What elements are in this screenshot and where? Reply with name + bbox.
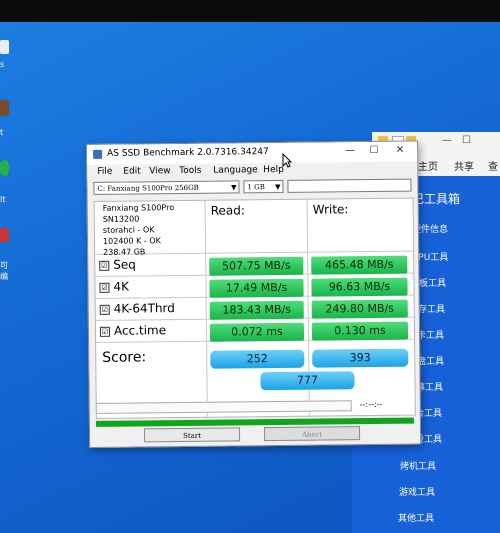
toolbox-item[interactable]: 烤机工具 <box>400 459 436 472</box>
4k64-read-value: 183.43 MB/s <box>209 300 304 320</box>
toolbox-item[interactable]: 游戏工具 <box>399 485 435 498</box>
size-select-value: 1 GB <box>247 183 265 192</box>
row-4k[interactable]: ☑ 4K <box>99 280 129 294</box>
desktop-icon-3[interactable] <box>0 160 9 176</box>
close-button[interactable]: ✕ <box>389 144 411 158</box>
desktop-icon-label-4: 可编 <box>0 261 8 281</box>
drive-model: Fanxiang S100Pro <box>102 203 175 213</box>
monitor-bezel <box>0 0 500 22</box>
desktop-icon-2[interactable] <box>0 100 9 116</box>
drive-alignment: 102400 K - OK <box>102 236 161 246</box>
divider <box>204 200 208 417</box>
mouse-cursor-icon <box>282 153 292 168</box>
4k-write-value: 96.63 MB/s <box>311 277 408 297</box>
menu-file[interactable]: File <box>97 167 112 177</box>
minimize-button[interactable]: — <box>339 144 361 158</box>
row-label: 4K-64Thrd <box>113 301 175 316</box>
window-title: AS SSD Benchmark 2.0.7316.34247 <box>107 147 269 159</box>
as-ssd-window: AS SSD Benchmark 2.0.7316.34247 — ☐ ✕ Fi… <box>86 140 422 448</box>
4k-read-value: 17.49 MB/s <box>209 278 304 298</box>
4k64-write-value: 249.80 MB/s <box>311 299 408 319</box>
read-header: Read: <box>210 203 245 218</box>
drive-driver: storahci - OK <box>102 225 155 235</box>
drive-select-value: C: Fanxiang S100Pro 256GB <box>97 183 199 193</box>
menu-view[interactable]: View <box>149 166 170 176</box>
desktop-icon-label-3: lt <box>0 195 6 204</box>
abort-button[interactable]: Abort <box>263 426 361 442</box>
toolbox-item[interactable]: 其他工具 <box>398 511 434 524</box>
menu-language[interactable]: Language <box>213 165 258 175</box>
acc-write-value: 0.130 ms <box>311 321 409 341</box>
menu-edit[interactable]: Edit <box>123 166 141 176</box>
score-read: 252 <box>210 349 305 369</box>
app-icon <box>93 149 103 159</box>
tab-share[interactable]: 共享 <box>454 158 474 173</box>
tab-home[interactable]: 主页 <box>418 158 438 173</box>
desktop-icon-1[interactable] <box>0 40 9 54</box>
row-seq[interactable]: ☑ Seq <box>99 257 136 272</box>
drive-select[interactable]: C: Fanxiang S100Pro 256GB ▼ <box>93 180 240 195</box>
drive-firmware: SN13200 <box>102 214 140 224</box>
score-label: Score: <box>102 349 147 366</box>
acc-read-value: 0.072 ms <box>209 322 305 342</box>
desktop-icon-4[interactable] <box>0 228 9 242</box>
row-label: Seq <box>113 257 136 272</box>
checkbox[interactable]: ☑ <box>99 282 110 293</box>
menu-bar: File Edit View Tools Language Help <box>87 161 418 180</box>
results-grid: Fanxiang S100Pro SN13200 storahci - OK 1… <box>93 197 416 419</box>
score-write: 393 <box>312 348 409 368</box>
chevron-down-icon: ▼ <box>231 183 237 192</box>
desktop-icon-label-2: t <box>0 128 4 137</box>
score-total: 777 <box>260 371 355 391</box>
drive-info: Fanxiang S100Pro SN13200 storahci - OK 1… <box>103 202 175 258</box>
size-select[interactable]: 1 GB ▼ <box>243 179 284 194</box>
row-label: 4K <box>113 279 130 294</box>
maximize-icon[interactable]: ☐ <box>462 135 471 146</box>
start-button[interactable]: Start <box>143 427 241 443</box>
row-acc-time[interactable]: ☑ Acc.time <box>99 323 167 338</box>
row-label: Acc.time <box>113 323 167 338</box>
progress-time: --:--:-- <box>359 399 383 410</box>
checkbox[interactable]: ☑ <box>99 260 110 271</box>
checkbox[interactable]: ☑ <box>99 326 111 337</box>
tab-view[interactable]: 查 <box>488 158 498 173</box>
seq-write-value: 465.48 MB/s <box>311 255 408 275</box>
menu-tools[interactable]: Tools <box>179 166 201 176</box>
maximize-button[interactable]: ☐ <box>363 144 385 158</box>
write-header: Write: <box>312 202 349 217</box>
blank-field <box>287 178 412 193</box>
progress-bar <box>95 417 414 427</box>
menu-help[interactable]: Help <box>263 165 284 175</box>
seq-read-value: 507.75 MB/s <box>209 256 304 276</box>
toolbox-title: 巴工具箱 <box>412 192 461 206</box>
drive-capacity: 238.47 GB <box>103 247 146 257</box>
chevron-down-icon: ▼ <box>275 182 281 192</box>
row-4k-64thrd[interactable]: ☑ 4K-64Thrd <box>99 301 175 316</box>
desktop-icon-label-1: s <box>0 60 5 69</box>
minimize-icon[interactable]: — <box>442 135 452 146</box>
checkbox[interactable]: ☑ <box>99 304 110 315</box>
